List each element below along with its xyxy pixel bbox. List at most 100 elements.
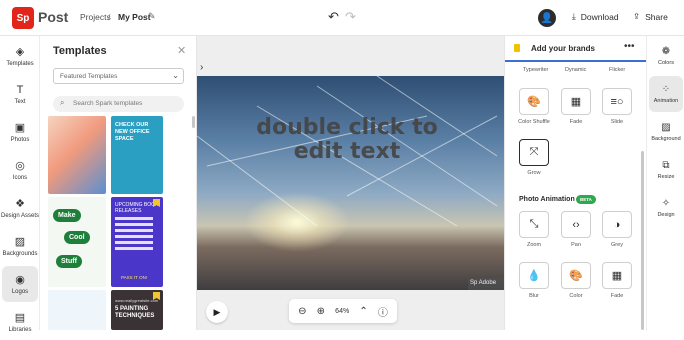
rail-item-logos[interactable]: ◉ Logos: [2, 266, 38, 302]
animation-label: Pan: [571, 242, 581, 248]
colors-icon: ❁: [661, 46, 671, 57]
rail-item-design-assets[interactable]: ❖ Design Assets: [0, 190, 40, 226]
zoom-out-icon[interactable]: ⊖: [298, 306, 306, 317]
template-thumbnail[interactable]: [48, 116, 106, 194]
redo-icon[interactable]: ↷: [345, 9, 356, 25]
grow-icon: ⤧: [529, 146, 539, 158]
app-name: Post: [38, 9, 69, 25]
rail-label: Design: [657, 212, 675, 218]
rail-item-text[interactable]: T Text: [0, 76, 40, 112]
photo-animation-pan[interactable]: ‹›: [561, 211, 591, 238]
template-thumbnail[interactable]: CHECK OUR NEW OFFICE SPACE: [111, 116, 163, 194]
animation-label: Fade: [569, 119, 583, 125]
templates-panel-title: Templates: [53, 45, 107, 57]
template-thumbnail-text: CHECK OUR NEW OFFICE SPACE: [115, 122, 150, 142]
animation-label: Color Shuffle: [518, 119, 550, 125]
rail-item-colors[interactable]: ❁ Colors: [647, 38, 684, 74]
expand-panel-icon[interactable]: ›: [200, 62, 203, 73]
slide-icon: ≡○: [610, 95, 624, 108]
animation-label: Fade: [610, 293, 624, 299]
breadcrumb-projects-link[interactable]: Projects: [80, 12, 111, 22]
right-rail: ❁ Colors ⁘ Animation ▨ Background ⧉ Resi…: [646, 36, 684, 330]
design-assets-icon: ❖: [15, 197, 25, 210]
photo-animation-grey[interactable]: ◑: [602, 211, 632, 238]
animation-label: Typewriter: [523, 67, 549, 73]
info-icon[interactable]: ⓘ: [378, 304, 388, 319]
brand-icon: [514, 44, 520, 52]
rail-label: Colors: [658, 60, 674, 66]
animation-label: Blur: [529, 293, 539, 299]
photo-animation-color[interactable]: 🎨: [561, 262, 591, 289]
play-button[interactable]: ▶: [206, 301, 228, 323]
rail-label: Text: [14, 98, 26, 105]
brand-header: Add your brands •••: [505, 36, 646, 62]
animation-label: Grow: [527, 170, 541, 176]
canvas-photo[interactable]: double click to edit text Sp Adobe: [197, 76, 504, 290]
app-logo[interactable]: Sp: [12, 7, 34, 29]
animation-label: Flicker: [609, 67, 626, 73]
canvas-text[interactable]: double click to edit text: [237, 116, 457, 164]
template-thumbnail[interactable]: Make Cool Stuff: [48, 197, 106, 287]
photo-animation-zoom[interactable]: ⤡: [519, 211, 549, 238]
close-icon[interactable]: ✕: [177, 44, 186, 57]
rail-item-photos[interactable]: ▣ Photos: [0, 114, 40, 150]
photo-animation-blur[interactable]: 💧: [519, 262, 549, 289]
template-thumbnail[interactable]: [48, 290, 106, 330]
fade-photo-icon: ▦: [611, 270, 623, 282]
edit-title-icon[interactable]: ✎: [148, 11, 156, 22]
grey-icon: ◑: [613, 218, 621, 231]
rail-label: Icons: [12, 174, 28, 181]
rail-item-icons[interactable]: ◎ Icons: [0, 152, 40, 188]
animation-slide[interactable]: ≡○: [602, 88, 632, 115]
photos-icon: ▣: [14, 121, 26, 134]
rail-item-libraries[interactable]: ▤ Libraries: [0, 304, 40, 340]
animation-fade[interactable]: ▦: [561, 88, 591, 115]
panel-scrollbar[interactable]: [641, 151, 644, 330]
rail-label: Background: [651, 136, 681, 142]
rail-item-design[interactable]: ✧ Design: [647, 190, 684, 226]
undo-icon[interactable]: ↶: [328, 9, 339, 25]
template-category-value: Featured Templates: [60, 73, 118, 80]
rail-item-background[interactable]: ▨ Background: [647, 114, 684, 150]
rail-label: Templates: [6, 60, 34, 67]
animation-color-shuffle[interactable]: 🎨: [519, 88, 549, 115]
chevron-up-icon[interactable]: ⌃: [359, 306, 367, 317]
fade-icon: ▦: [570, 96, 582, 108]
templates-icon: ◈: [15, 45, 25, 58]
rail-item-resize[interactable]: ⧉ Resize: [647, 152, 684, 188]
brand-title[interactable]: Add your brands: [531, 44, 595, 53]
rail-item-templates[interactable]: ◈ Templates: [0, 38, 40, 74]
top-bar: Sp Post Projects / My Post ✎ ↶ ↷ 👤 ⤓ Dow…: [0, 0, 684, 36]
avatar[interactable]: 👤: [538, 9, 556, 27]
template-thumbnail[interactable]: www.reallygreatsite.com 5 PAINTING TECHN…: [111, 290, 163, 330]
animation-icon: ⁘: [661, 84, 671, 95]
animation-label: Grey: [611, 242, 623, 248]
text-icon: T: [16, 83, 24, 96]
rail-item-animation[interactable]: ⁘ Animation: [649, 76, 683, 112]
template-thumbnail-text: 5 PAINTING TECHNIQUES: [115, 306, 155, 319]
template-category-select[interactable]: Featured Templates ⌄: [53, 68, 184, 84]
animation-panel: Add your brands ••• Typewriter Dynamic F…: [504, 36, 646, 330]
template-thumbnail-text: www.reallygreatsite.com: [115, 298, 159, 303]
project-title[interactable]: My Post: [118, 12, 151, 22]
zoom-in-icon[interactable]: ⊕: [317, 306, 325, 317]
zoom-level[interactable]: 64%: [335, 308, 349, 315]
share-button[interactable]: ⇪ Share: [633, 11, 668, 22]
templates-scrollbar[interactable]: [192, 116, 195, 128]
rail-item-backgrounds[interactable]: ▨ Backgrounds: [0, 228, 40, 264]
zoom-toolbar: ⊖ ⊕ 64% ⌃ ⓘ: [289, 299, 397, 323]
animation-label: Color: [569, 293, 583, 299]
download-label: Download: [580, 11, 619, 22]
animation-grow[interactable]: ⤧: [519, 139, 549, 166]
template-search-input[interactable]: ⌕ Search Spark templates: [53, 96, 184, 112]
chevron-down-icon: ⌄: [172, 71, 179, 80]
photo-animation-fade[interactable]: ▦: [602, 262, 632, 289]
beta-badge: BETA: [576, 195, 596, 204]
animation-label: Zoom: [526, 242, 542, 248]
template-thumbnail-text: UPCOMING BOOK RELEASES: [115, 202, 159, 214]
animation-label: Dynamic: [565, 67, 587, 73]
rail-label: Resize: [657, 174, 675, 180]
template-thumbnail[interactable]: UPCOMING BOOK RELEASES PASS IT ON!: [111, 197, 163, 287]
download-button[interactable]: ⤓ Download: [572, 11, 619, 22]
more-options-icon[interactable]: •••: [624, 41, 635, 52]
